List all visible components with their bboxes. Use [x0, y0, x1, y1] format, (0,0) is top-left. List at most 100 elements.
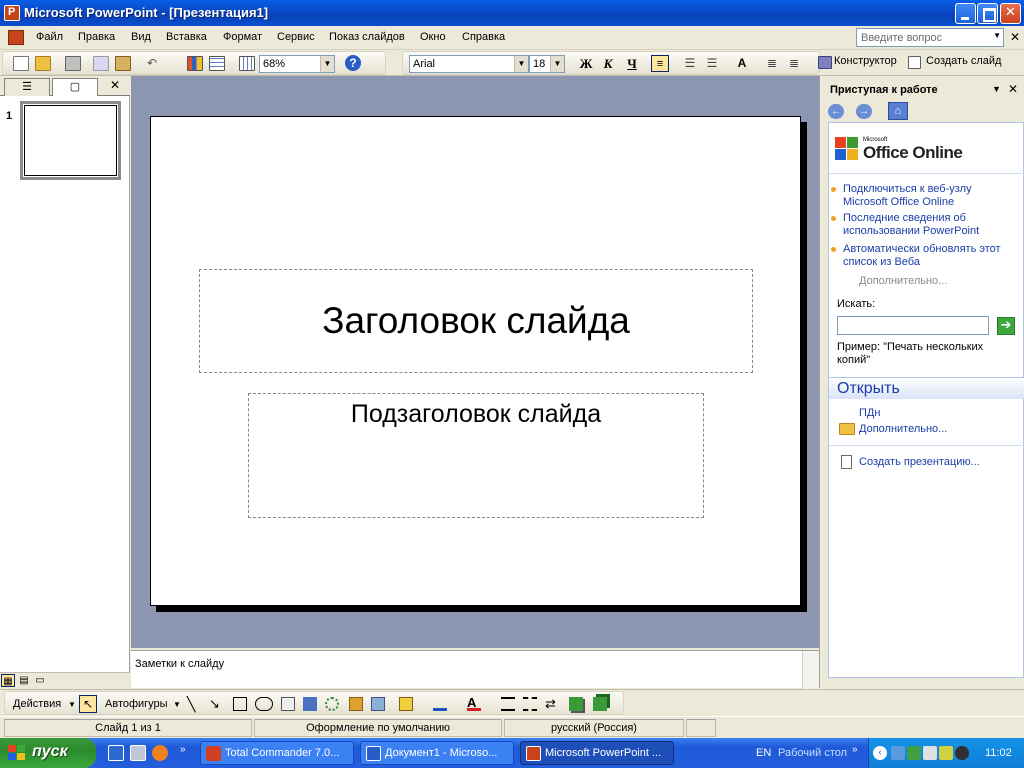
create-presentation-link[interactable]: Создать презентацию... [859, 456, 980, 468]
slideshow-view-icon[interactable]: ▭ [33, 674, 47, 687]
copy-icon[interactable] [93, 56, 109, 71]
normal-view-icon[interactable]: ▦ [1, 674, 15, 687]
tab-outline[interactable]: ☰ [4, 78, 50, 96]
new-document-icon[interactable] [13, 56, 29, 71]
title-placeholder[interactable]: Заголовок слайда [199, 269, 753, 373]
minimize-button[interactable] [955, 3, 976, 24]
close-icon[interactable]: ✕ [1008, 82, 1018, 96]
diagram-icon[interactable] [325, 697, 339, 711]
tray-app-icon[interactable] [939, 746, 953, 760]
show-desktop-icon[interactable] [108, 745, 124, 761]
chevron-left-icon[interactable]: ‹ [873, 746, 887, 760]
notes-pane[interactable]: Заметки к слайду [131, 650, 819, 689]
language-indicator[interactable]: EN [756, 747, 771, 759]
safely-remove-icon[interactable] [907, 746, 921, 760]
menu-edit[interactable]: Правка [78, 31, 115, 43]
desktop-toolbar-label[interactable]: Рабочий стол [778, 747, 847, 759]
tab-slides[interactable]: ▢ [52, 78, 98, 96]
open-icon[interactable] [35, 56, 51, 71]
textbox-icon[interactable] [281, 697, 295, 711]
menu-slideshow[interactable]: Показ слайдов [329, 31, 405, 43]
notes-scrollbar[interactable] [802, 651, 819, 689]
fill-color-icon[interactable] [399, 697, 413, 711]
picture-icon[interactable] [371, 697, 385, 711]
design-button[interactable]: Конструктор [834, 55, 897, 67]
chevron-right-icon[interactable]: » [180, 744, 186, 755]
network-icon[interactable] [891, 746, 905, 760]
italic-button[interactable]: К [599, 55, 617, 72]
menu-file[interactable]: Файл [36, 31, 63, 43]
print-icon[interactable] [65, 56, 81, 71]
line-icon[interactable]: ╲ [187, 697, 201, 711]
menu-format[interactable]: Формат [223, 31, 262, 43]
slide-sorter-icon[interactable]: ▤ [17, 674, 31, 687]
close-icon[interactable]: ✕ [110, 78, 120, 92]
link-auto-update[interactable]: Автоматически обновлять этот список из В… [831, 243, 1015, 269]
new-slide-button[interactable]: Создать слайд [926, 55, 1001, 67]
menu-tools[interactable]: Сервис [277, 31, 315, 43]
decrease-indent-icon[interactable]: ≣ [763, 55, 781, 72]
taskbar-item-word[interactable]: Документ1 - Microso... [360, 741, 514, 765]
insert-chart-icon[interactable] [187, 56, 203, 71]
home-icon[interactable]: ⌂ [888, 102, 908, 120]
dash-style-icon[interactable] [523, 697, 537, 711]
underline-button[interactable]: Ч [623, 55, 641, 72]
powerpoint-app-icon[interactable] [4, 5, 20, 21]
line-color-icon[interactable] [433, 697, 447, 711]
taskbar-item-total-commander[interactable]: Total Commander 7.0... [200, 741, 354, 765]
3d-style-icon[interactable] [593, 697, 607, 711]
rectangle-icon[interactable] [233, 697, 247, 711]
zoom-select[interactable]: 68% ▼ [259, 55, 335, 73]
help-search-input[interactable]: Введите вопрос ▼ [856, 28, 1004, 47]
font-name-select[interactable]: Arial ▼ [409, 55, 529, 73]
link-connect-office-online[interactable]: Подключиться к веб-узлу Microsoft Office… [831, 183, 1015, 209]
chevron-down-icon[interactable]: ▼ [993, 31, 1001, 40]
search-input[interactable] [837, 316, 989, 335]
insert-table-icon[interactable] [209, 56, 225, 71]
align-left-icon[interactable]: ≡ [651, 55, 669, 72]
slide-canvas[interactable]: Заголовок слайда Подзаголовок слайда [150, 116, 801, 606]
select-pointer-icon[interactable]: ↖ [79, 695, 97, 713]
close-button[interactable] [1000, 3, 1021, 24]
open-more-link[interactable]: Дополнительно... [859, 423, 947, 435]
browser-icon[interactable] [152, 745, 168, 761]
antivirus-icon[interactable] [955, 746, 969, 760]
clipart-icon[interactable] [349, 697, 363, 711]
back-icon[interactable]: ← [828, 104, 844, 119]
search-go-icon[interactable]: ➔ [997, 317, 1015, 335]
document-icon[interactable] [8, 30, 24, 45]
forward-icon[interactable]: → [856, 104, 872, 119]
help-icon[interactable]: ? [345, 55, 361, 71]
actions-menu[interactable]: Действия [13, 698, 61, 710]
undo-icon[interactable]: ↶ [143, 55, 161, 72]
paste-icon[interactable] [115, 56, 131, 71]
arrow-style-icon[interactable]: ⇄ [545, 697, 559, 711]
arrow-icon[interactable]: ↘ [209, 697, 223, 711]
chevron-down-icon[interactable]: ▼ [992, 84, 1001, 94]
taskbar-item-powerpoint[interactable]: Microsoft PowerPoint ... [520, 741, 674, 765]
autoshapes-menu[interactable]: Автофигуры [105, 698, 168, 710]
more-link[interactable]: Дополнительно... [859, 275, 947, 287]
numbered-list-icon[interactable]: ☰ [681, 55, 699, 72]
quick-launch-icon[interactable] [130, 745, 146, 761]
wordart-icon[interactable] [303, 697, 317, 711]
volume-icon[interactable] [923, 746, 937, 760]
bulleted-list-icon[interactable]: ☰ [703, 55, 721, 72]
bold-button[interactable]: Ж [577, 55, 595, 72]
slide-thumbnail[interactable] [20, 101, 121, 180]
shadow-style-icon[interactable] [569, 697, 583, 711]
increase-indent-icon[interactable]: ≣ [785, 55, 803, 72]
link-latest-news[interactable]: Последние сведения об использовании Powe… [831, 212, 1015, 238]
document-close-icon[interactable]: ✕ [1010, 30, 1020, 44]
menu-window[interactable]: Окно [420, 31, 446, 43]
menu-help[interactable]: Справка [462, 31, 505, 43]
recent-file-link[interactable]: ПДн [859, 407, 880, 419]
restore-button[interactable] [977, 3, 998, 24]
increase-font-icon[interactable]: A [733, 55, 751, 72]
font-color-icon[interactable]: A [467, 696, 481, 711]
clock[interactable]: 11:02 [985, 747, 1012, 759]
oval-icon[interactable] [255, 697, 273, 711]
grid-icon[interactable] [239, 56, 255, 71]
font-size-select[interactable]: 18 ▼ [529, 55, 565, 73]
line-style-icon[interactable] [501, 697, 515, 711]
